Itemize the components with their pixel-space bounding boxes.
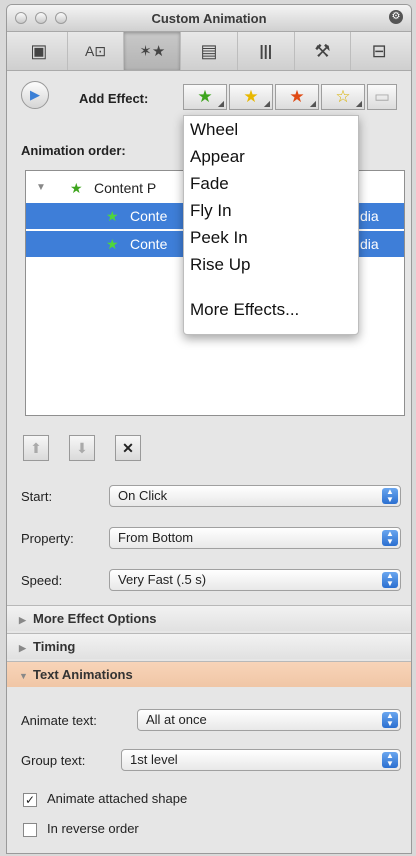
list-item-label: Conte — [130, 236, 168, 252]
menu-item-fade[interactable]: Fade — [184, 170, 358, 197]
arrow-up-icon: ⬆ — [30, 439, 42, 456]
tab-text-image[interactable]: A⊡ — [68, 32, 125, 70]
section-text-animations[interactable]: ▼ Text Animations — [7, 661, 411, 687]
disclosure-triangle-icon[interactable]: ▼ — [36, 175, 46, 201]
entrance-effect-icon: ★ — [197, 87, 213, 106]
animation-order-label: Animation order: — [21, 143, 126, 158]
close-icon: ✕ — [122, 439, 134, 456]
speed-label: Speed: — [21, 573, 63, 588]
entrance-effect-icon: ★ — [106, 208, 119, 224]
chevron-updown-icon: ▲ ▼ — [382, 488, 398, 504]
text-image-icon: A⊡ — [85, 42, 107, 59]
toolbox-tabs: ▣ A⊡ ✶★ ▤ ||| ⚒ ⊟ — [7, 32, 411, 71]
reverse-order-label: In reverse order — [47, 821, 139, 836]
emphasis-effect-icon: ★ — [243, 87, 259, 106]
effects-dropdown-menu: Wheel Appear Fade Fly In Peek In Rise Up… — [183, 115, 359, 335]
menu-item-rise-up[interactable]: Rise Up — [184, 251, 358, 278]
animate-text-select[interactable]: All at once ▲ ▼ — [137, 709, 401, 731]
add-effect-buttons: ★ ◢ ★ ◢ ★ ◢ ☆ ◢ ▭ — [183, 84, 407, 110]
move-up-button[interactable]: ⬆ — [23, 435, 49, 461]
chevron-updown-icon: ▲ ▼ — [382, 572, 398, 588]
menu-item-more-effects[interactable]: More Effects... — [184, 296, 358, 323]
section-label: Text Animations — [33, 667, 133, 682]
toolbox-icon: ⊟ — [371, 40, 387, 61]
disclosure-right-icon: ▶ — [19, 615, 26, 625]
menu-item-appear[interactable]: Appear — [184, 143, 358, 170]
library-icon: ||| — [259, 42, 273, 60]
speed-select[interactable]: Very Fast (.5 s) ▲ ▼ — [109, 569, 401, 591]
move-down-button[interactable]: ⬇ — [69, 435, 95, 461]
media-effect-button[interactable]: ▭ — [367, 84, 397, 110]
title-bar: Custom Animation ⚙ — [7, 5, 411, 32]
reverse-order-checkbox[interactable] — [23, 823, 37, 837]
motion-path-button[interactable]: ☆ ◢ — [321, 84, 365, 110]
start-select[interactable]: On Click ▲ ▼ — [109, 485, 401, 507]
chevron-down-icon: ◢ — [263, 99, 270, 108]
exit-effect-button[interactable]: ★ ◢ — [275, 84, 319, 110]
custom-animation-window: Custom Animation ⚙ ▣ A⊡ ✶★ ▤ ||| ⚒ ⊟ ▶ A… — [6, 4, 412, 854]
group-text-select[interactable]: 1st level ▲ ▼ — [121, 749, 401, 771]
menu-item-peek-in[interactable]: Peek In — [184, 224, 358, 251]
window-title: Custom Animation — [151, 11, 267, 26]
section-more-effect-options[interactable]: ▶ More Effect Options — [7, 605, 411, 631]
menu-separator — [184, 278, 358, 296]
exit-effect-icon: ★ — [289, 87, 305, 106]
chevron-updown-icon: ▲ ▼ — [382, 712, 398, 728]
play-icon: ▶ — [30, 87, 40, 102]
animate-text-label: Animate text: — [21, 713, 97, 728]
list-item-label-suffix: dia — [360, 236, 379, 252]
tab-slide[interactable]: ▣ — [11, 32, 68, 70]
group-text-value: 1st level — [130, 752, 178, 767]
animation-icon: ✶★ — [139, 43, 166, 60]
wrench-icon: ⚒ — [314, 40, 331, 61]
list-item-label: Content P — [94, 180, 157, 196]
animate-text-value: All at once — [146, 712, 207, 727]
add-effect-label: Add Effect: — [79, 91, 149, 106]
menu-item-wheel[interactable]: Wheel — [184, 116, 358, 143]
start-label: Start: — [21, 489, 53, 504]
speed-value: Very Fast (.5 s) — [118, 572, 207, 587]
emphasis-effect-button[interactable]: ★ ◢ — [229, 84, 273, 110]
chevron-updown-icon: ▲ ▼ — [382, 530, 398, 546]
chevron-down-icon: ◢ — [309, 99, 316, 108]
section-label: Timing — [33, 639, 76, 654]
list-item-label: Conte — [130, 208, 168, 224]
arrow-down-icon: ⬇ — [76, 439, 88, 456]
property-label: Property: — [21, 531, 74, 546]
options-gear-icon[interactable]: ⚙ — [389, 10, 403, 24]
section-timing[interactable]: ▶ Timing — [7, 633, 411, 659]
animate-shape-checkbox[interactable]: ✓ — [23, 793, 37, 807]
entrance-effect-button[interactable]: ★ ◢ — [183, 84, 227, 110]
property-select[interactable]: From Bottom ▲ ▼ — [109, 527, 401, 549]
disclosure-down-icon: ▼ — [19, 671, 28, 681]
media-icon: ▭ — [373, 87, 391, 106]
property-value: From Bottom — [118, 530, 194, 545]
chevron-updown-icon: ▲ ▼ — [382, 752, 398, 768]
group-text-label: Group text: — [21, 753, 86, 768]
chevron-down-icon: ◢ — [217, 99, 224, 108]
slide-icon: ▣ — [30, 40, 48, 61]
section-label: More Effect Options — [33, 611, 157, 626]
motion-path-icon: ☆ — [335, 87, 351, 106]
disclosure-right-icon: ▶ — [19, 643, 26, 653]
remove-effect-button[interactable]: ✕ — [115, 435, 141, 461]
start-value: On Click — [118, 488, 168, 503]
menu-item-fly-in[interactable]: Fly In — [184, 197, 358, 224]
document-icon: ▤ — [200, 40, 218, 61]
reorder-buttons: ⬆ ⬇ ✕ — [23, 435, 161, 461]
list-item-label-suffix: dia — [360, 208, 379, 224]
animate-shape-label: Animate attached shape — [47, 791, 188, 806]
play-button[interactable]: ▶ — [21, 81, 49, 109]
tab-tools[interactable]: ⚒ — [295, 32, 352, 70]
tab-animation[interactable]: ✶★ — [124, 32, 182, 70]
entrance-effect-icon: ★ — [106, 236, 119, 252]
tab-toolbox[interactable]: ⊟ — [351, 32, 407, 70]
tab-library[interactable]: ||| — [238, 32, 295, 70]
tab-document[interactable]: ▤ — [181, 32, 238, 70]
chevron-down-icon: ◢ — [355, 99, 362, 108]
entrance-effect-icon: ★ — [70, 180, 83, 196]
